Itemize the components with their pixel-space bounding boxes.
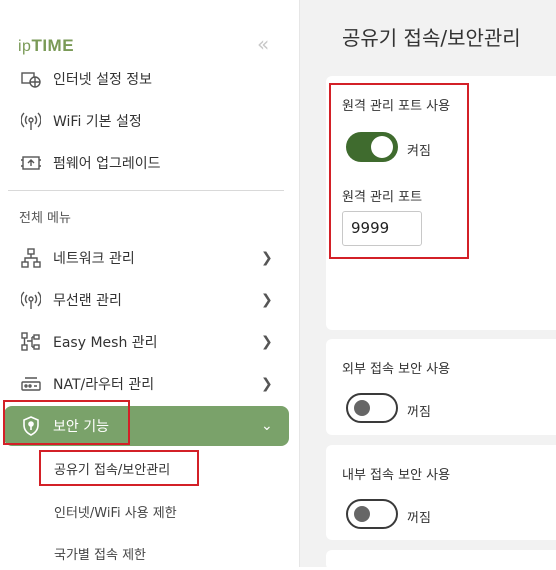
toggle-knob <box>354 400 370 416</box>
sidebar-item-label: 무선랜 관리 <box>53 293 122 309</box>
page-title: 공유기 접속/보안관리 <box>342 26 521 50</box>
wifi-icon <box>20 110 42 132</box>
network-icon <box>20 247 42 269</box>
sidebar-item-label: 펌웨어 업그레이드 <box>53 156 161 172</box>
sub-item-internet-wifi-restriction[interactable]: 인터넷/WiFi 사용 제한 <box>54 502 177 521</box>
sidebar-item-label: NAT/라우터 관리 <box>53 377 155 393</box>
double-chevron-left-icon[interactable]: « <box>257 32 269 56</box>
remote-port-label: 원격 관리 포트 <box>342 190 423 205</box>
internet-info-icon <box>20 68 42 90</box>
chevron-right-icon: ❯ <box>261 250 273 266</box>
sidebar-item-label: WiFi 기본 설정 <box>53 114 142 130</box>
iptime-logo[interactable]: ipTIME <box>18 36 74 56</box>
remote-port-toggle[interactable] <box>346 132 398 162</box>
sidebar-item-network[interactable]: 네트워크 관리 ❯ <box>0 238 300 278</box>
external-security-state: 꺼짐 <box>407 405 431 420</box>
remote-port-enable-label: 원격 관리 포트 사용 <box>342 99 451 114</box>
sidebar-item-nat-router[interactable]: NAT/라우터 관리 ❯ <box>0 364 300 404</box>
sidebar-item-security[interactable]: 보안 기능 ⌄ <box>0 406 300 446</box>
sidebar-item-easy-mesh[interactable]: Easy Mesh 관리 ❯ <box>0 322 300 362</box>
router-icon <box>20 373 42 395</box>
toggle-knob <box>371 136 393 158</box>
remote-port-input[interactable]: 9999 <box>342 211 422 246</box>
remote-port-state: 켜짐 <box>407 144 431 159</box>
chevron-down-icon: ⌄ <box>261 418 273 434</box>
section-label: 전체 메뉴 <box>19 211 71 226</box>
toggle-knob <box>354 506 370 522</box>
mesh-icon <box>20 331 42 353</box>
shield-icon <box>20 415 42 437</box>
chevron-right-icon: ❯ <box>261 334 273 350</box>
sidebar-item-wireless[interactable]: 무선랜 관리 ❯ <box>0 280 300 320</box>
external-security-label: 외부 접속 보안 사용 <box>342 362 451 377</box>
sidebar-item-wifi-settings[interactable]: WiFi 기본 설정 <box>0 101 300 141</box>
internal-security-state: 꺼짐 <box>407 511 431 526</box>
sidebar-item-firmware[interactable]: 펌웨어 업그레이드 <box>0 143 300 183</box>
next-card <box>326 550 556 570</box>
sidebar-divider <box>8 190 284 191</box>
chevron-right-icon: ❯ <box>261 376 273 392</box>
sub-item-country-access-restriction[interactable]: 국가별 접속 제한 <box>54 544 146 563</box>
internal-security-toggle[interactable] <box>346 499 398 529</box>
firmware-icon <box>20 152 42 174</box>
chevron-right-icon: ❯ <box>261 292 273 308</box>
external-security-toggle[interactable] <box>346 393 398 423</box>
sub-item-router-access-security[interactable]: 공유기 접속/보안관리 <box>54 459 170 478</box>
internal-security-label: 내부 접속 보안 사용 <box>342 468 451 483</box>
wireless-icon <box>20 289 42 311</box>
sidebar-item-label: 보안 기능 <box>53 419 109 435</box>
sidebar-item-label: 네트워크 관리 <box>53 251 135 267</box>
sidebar-item-label: Easy Mesh 관리 <box>53 335 158 351</box>
sidebar-item-internet-info[interactable]: 인터넷 설정 정보 <box>0 59 300 99</box>
sidebar: ipTIME « 인터넷 설정 정보 WiFi 기본 설정 펌웨어 업그레이드 … <box>0 0 300 567</box>
sidebar-item-label: 인터넷 설정 정보 <box>53 72 153 88</box>
